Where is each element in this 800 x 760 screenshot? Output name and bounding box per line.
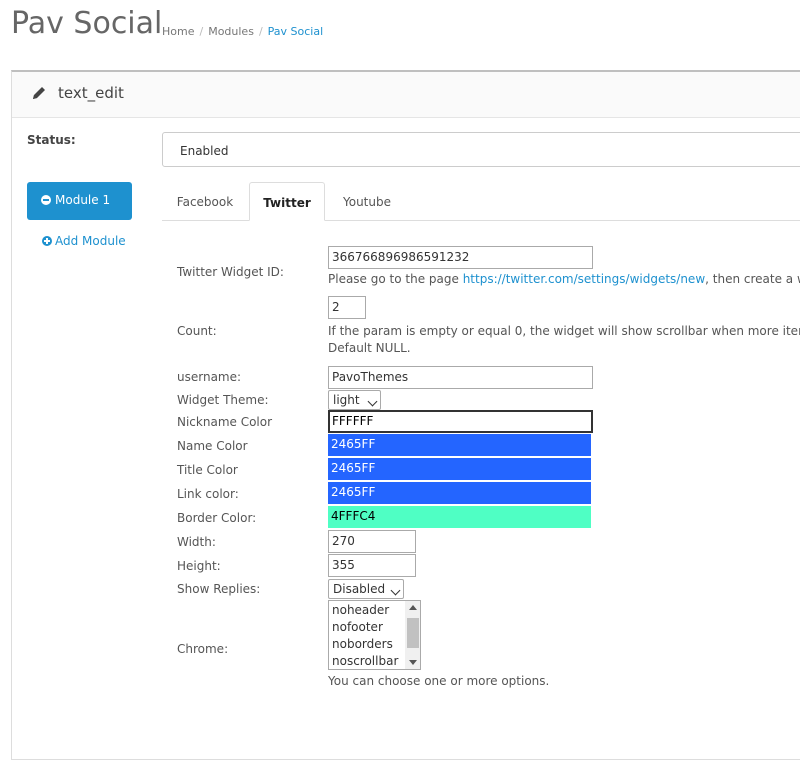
chrome-option-noscrollbar[interactable]: noscrollbar: [332, 654, 398, 668]
page-title: Pav Social: [11, 6, 163, 41]
chevron-down-icon: [390, 585, 401, 596]
width-input[interactable]: 270: [328, 530, 416, 553]
breadcrumb-pav-social[interactable]: Pav Social: [268, 25, 324, 38]
scroll-up-arrow-icon[interactable]: [409, 605, 417, 610]
height-label: Height:: [177, 559, 221, 573]
minus-circle-icon: [41, 195, 51, 205]
scrollbar-thumb[interactable]: [407, 618, 419, 648]
scroll-down-arrow-icon[interactable]: [409, 660, 417, 665]
add-module-link[interactable]: Add Module: [42, 234, 126, 248]
tab-youtube[interactable]: Youtube: [330, 182, 404, 221]
breadcrumb-modules[interactable]: Modules: [208, 25, 254, 38]
title-color-label: Title Color: [177, 463, 238, 477]
count-help-line-1: If the param is empty or equal 0, the wi…: [328, 324, 800, 338]
link-color-label: Link color:: [177, 487, 239, 501]
count-input[interactable]: 2: [328, 296, 366, 319]
name-color-input[interactable]: 2465FF: [328, 434, 591, 456]
chrome-option-noborders[interactable]: noborders: [332, 637, 393, 651]
pencil-icon: [33, 87, 45, 99]
widget-settings-link[interactable]: https://twitter.com/settings/widgets/new: [463, 272, 705, 286]
nickname-color-label: Nickname Color: [177, 415, 273, 429]
panel-heading: [12, 72, 800, 118]
widget-id-help: Please go to the page https://twitter.co…: [328, 272, 800, 286]
show-replies-select[interactable]: Disabled: [328, 579, 404, 599]
username-label: username:: [177, 370, 242, 384]
count-help-line-2: Default NULL.: [328, 341, 411, 355]
height-input[interactable]: 355: [328, 554, 416, 577]
panel-title: text_edit: [58, 84, 124, 102]
chrome-listbox[interactable]: noheader nofooter noborders noscrollbar: [328, 600, 421, 670]
width-label: Width:: [177, 535, 216, 549]
border-color-input[interactable]: 4FFFC4: [328, 506, 591, 528]
name-color-label: Name Color: [177, 439, 248, 453]
status-label: Status:: [27, 133, 76, 147]
border-color-label: Border Color:: [177, 511, 257, 525]
breadcrumb-home[interactable]: Home: [162, 25, 194, 38]
widget-theme-select[interactable]: light: [328, 390, 381, 410]
module-1-button[interactable]: Module 1: [27, 182, 132, 220]
module-1-label: Module 1: [55, 193, 111, 207]
plus-circle-icon: [42, 236, 52, 246]
link-color-input[interactable]: 2465FF: [328, 482, 591, 504]
widget-id-label: Twitter Widget ID:: [177, 265, 284, 279]
chevron-down-icon: [367, 396, 378, 407]
count-label: Count:: [177, 324, 217, 338]
tab-facebook[interactable]: Facebook: [165, 182, 245, 221]
tab-twitter[interactable]: Twitter: [249, 182, 325, 221]
chrome-listbox-scrollbar[interactable]: [405, 601, 420, 669]
chrome-option-noheader[interactable]: noheader: [332, 603, 389, 617]
widget-theme-label: Widget Theme:: [177, 393, 269, 407]
widget-id-input[interactable]: 366766896986591232: [328, 246, 593, 269]
status-select[interactable]: Enabled: [162, 132, 800, 167]
breadcrumb: Home / Modules / Pav Social: [162, 25, 324, 38]
chrome-help: You can choose one or more options.: [328, 674, 550, 688]
show-replies-label: Show Replies:: [177, 582, 261, 596]
chrome-label: Chrome:: [177, 642, 229, 656]
title-color-input[interactable]: 2465FF: [328, 458, 591, 480]
nickname-color-input[interactable]: FFFFFF: [328, 410, 593, 433]
add-module-label: Add Module: [55, 234, 126, 248]
chrome-option-nofooter[interactable]: nofooter: [332, 620, 383, 634]
username-input[interactable]: PavoThemes: [328, 366, 593, 389]
